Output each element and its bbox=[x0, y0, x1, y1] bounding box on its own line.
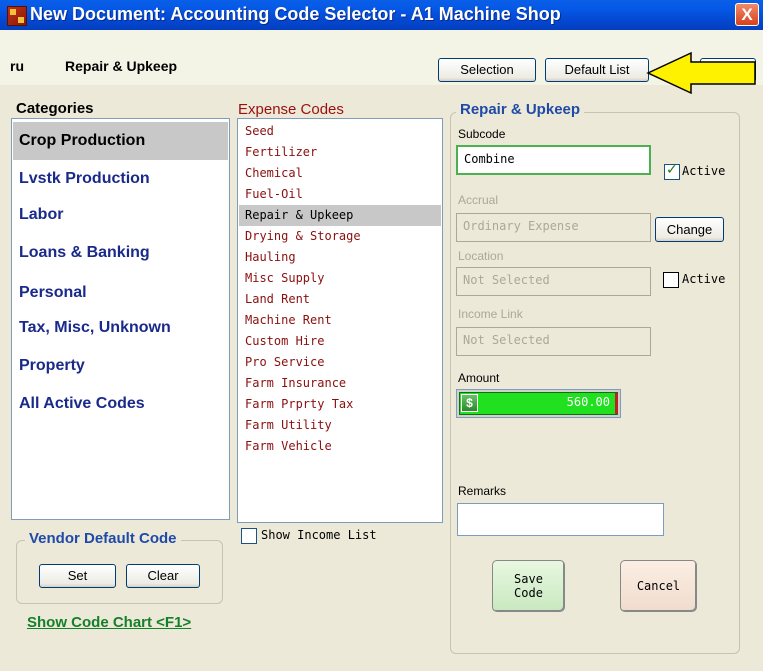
expense-code-item[interactable]: Chemical bbox=[239, 163, 441, 184]
accrual-field: Ordinary Expense bbox=[456, 213, 651, 242]
default-list-button[interactable]: Default List bbox=[545, 58, 649, 82]
save-code-button[interactable]: Save Code bbox=[492, 560, 565, 612]
income-link-field: Not Selected bbox=[456, 327, 651, 356]
callout-arrow-icon bbox=[646, 51, 756, 95]
category-item[interactable]: Labor bbox=[13, 196, 228, 234]
current-code: ru bbox=[10, 58, 24, 74]
amount-field[interactable]: $ 560.00 bbox=[456, 389, 621, 418]
vendor-default-title: Vendor Default Code bbox=[25, 530, 181, 547]
expense-code-item[interactable]: Drying & Storage bbox=[239, 226, 441, 247]
amount-value: 560.00 bbox=[566, 395, 610, 409]
remarks-field[interactable] bbox=[457, 503, 664, 536]
current-category: Repair & Upkeep bbox=[65, 58, 178, 74]
remarks-label: Remarks bbox=[458, 484, 507, 498]
expense-code-item[interactable]: Seed bbox=[239, 121, 441, 142]
subcode-active-checkbox[interactable]: ✓ bbox=[664, 162, 680, 180]
expense-code-item[interactable]: Farm Prprty Tax bbox=[239, 394, 441, 415]
expense-code-item[interactable]: Repair & Upkeep bbox=[239, 205, 441, 226]
selection-button[interactable]: Selection bbox=[438, 58, 536, 82]
category-item[interactable]: Crop Production bbox=[13, 122, 228, 160]
category-item[interactable]: All Active Codes bbox=[13, 385, 228, 423]
category-item[interactable]: Loans & Banking bbox=[13, 234, 228, 272]
location-active-label: Active bbox=[682, 272, 726, 286]
subcode-label: Subcode bbox=[458, 127, 506, 141]
expense-code-item[interactable]: Farm Utility bbox=[239, 415, 441, 436]
category-item[interactable]: Property bbox=[13, 347, 228, 385]
detail-title: Repair & Upkeep bbox=[456, 101, 585, 118]
expense-codes-list[interactable]: Seed Fertilizer Chemical Fuel-Oil Repair… bbox=[237, 118, 443, 523]
expense-code-item[interactable]: Pro Service bbox=[239, 352, 441, 373]
clear-vendor-default-button[interactable]: Clear bbox=[126, 564, 200, 588]
expense-code-item[interactable]: Machine Rent bbox=[239, 310, 441, 331]
dollar-icon: $ bbox=[461, 394, 478, 412]
window-title: New Document: Accounting Code Selector -… bbox=[30, 4, 561, 24]
show-income-checkbox[interactable] bbox=[241, 528, 257, 544]
expense-code-item[interactable]: Fertilizer bbox=[239, 142, 441, 163]
income-link-label: Income Link bbox=[458, 307, 523, 321]
categories-list[interactable]: Crop Production Lvstk Production Labor L… bbox=[11, 118, 230, 520]
accrual-label: Accrual bbox=[458, 193, 499, 207]
checkmark-icon: ✓ bbox=[666, 162, 678, 178]
expense-code-item[interactable]: Farm Insurance bbox=[239, 373, 441, 394]
expense-code-item[interactable]: Hauling bbox=[239, 247, 441, 268]
show-income-label: Show Income List bbox=[261, 528, 377, 542]
category-item[interactable]: Tax, Misc, Unknown bbox=[13, 309, 228, 347]
amount-label: Amount bbox=[458, 371, 500, 385]
category-item[interactable]: Personal bbox=[13, 274, 228, 312]
cancel-button[interactable]: Cancel bbox=[620, 560, 697, 612]
change-accrual-button[interactable]: Change bbox=[655, 217, 724, 242]
subcode-field[interactable]: Combine bbox=[456, 145, 651, 175]
save-label-line2: Code bbox=[514, 586, 543, 600]
text-cursor bbox=[615, 393, 618, 414]
expense-code-item[interactable]: Land Rent bbox=[239, 289, 441, 310]
location-active-checkbox[interactable] bbox=[663, 272, 679, 288]
location-field: Not Selected bbox=[456, 267, 651, 296]
set-vendor-default-button[interactable]: Set bbox=[39, 564, 116, 588]
expense-code-item[interactable]: Custom Hire bbox=[239, 331, 441, 352]
app-icon bbox=[7, 6, 27, 26]
expense-code-item[interactable]: Misc Supply bbox=[239, 268, 441, 289]
show-code-chart-link[interactable]: Show Code Chart <F1> bbox=[27, 614, 191, 631]
close-button[interactable]: X bbox=[735, 3, 759, 26]
categories-title: Categories bbox=[16, 100, 94, 117]
expense-code-item[interactable]: Fuel-Oil bbox=[239, 184, 441, 205]
category-item[interactable]: Lvstk Production bbox=[13, 160, 228, 198]
location-label: Location bbox=[458, 249, 504, 263]
expense-code-item[interactable]: Farm Vehicle bbox=[239, 436, 441, 457]
subcode-active-label: Active bbox=[682, 164, 726, 178]
save-label-line1: Save bbox=[514, 572, 543, 586]
expense-codes-title: Expense Codes bbox=[238, 101, 344, 118]
